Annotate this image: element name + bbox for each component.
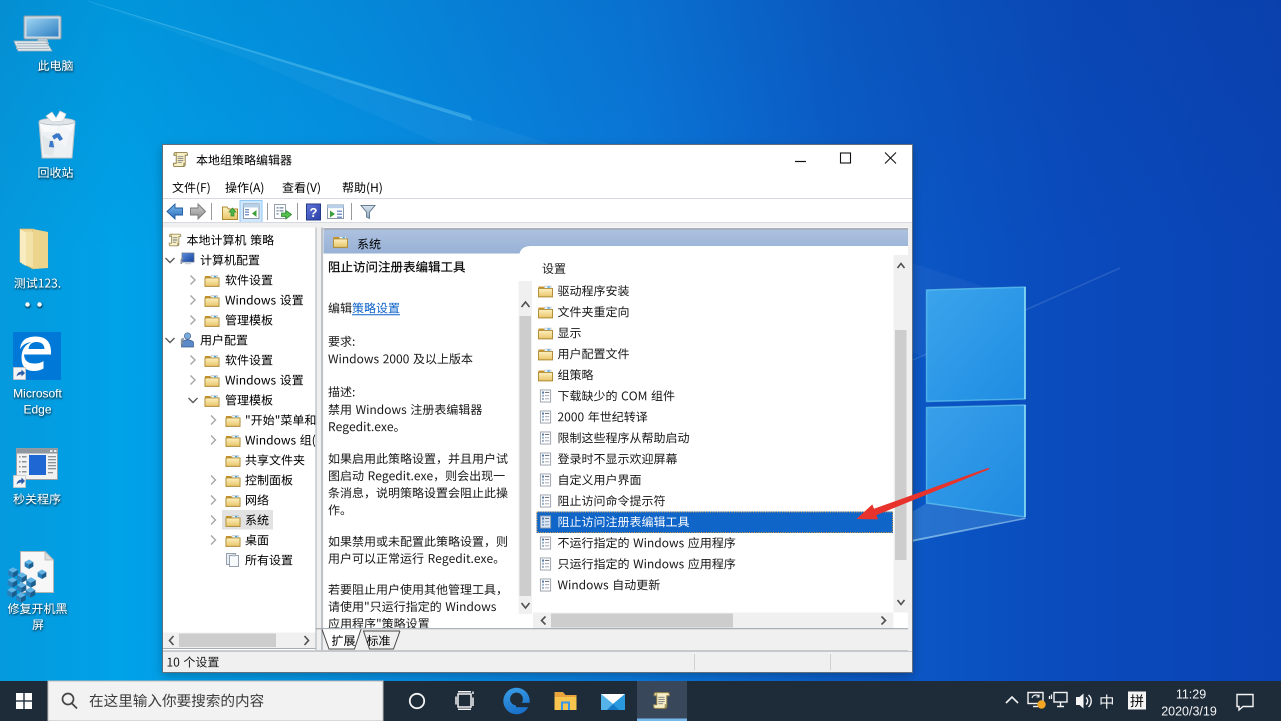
svg-text:Microsoft: Microsoft (13, 387, 62, 401)
svg-text:2020/3/19: 2020/3/19 (1161, 705, 1217, 719)
svg-text:11:29: 11:29 (1176, 688, 1206, 702)
svg-text:?: ? (310, 205, 318, 220)
svg-text:Edge: Edge (23, 403, 51, 417)
